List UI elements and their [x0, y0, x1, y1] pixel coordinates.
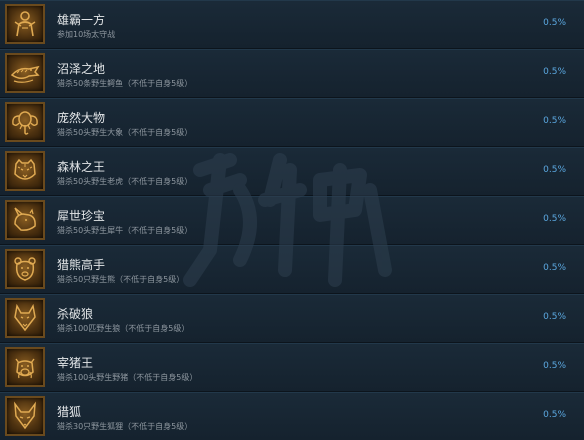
rhino-icon: [14, 207, 36, 231]
achievement-icon-frame: [5, 347, 45, 387]
achievement-icon-frame: [5, 4, 45, 44]
achievement-description: 猎杀30只野生狐狸（不低于自身5级）: [57, 422, 193, 431]
achievement-title: 猎狐: [57, 405, 82, 419]
achievement-unlock-percent: 0.5%: [543, 263, 566, 273]
achievement-unlock-percent: 0.5%: [543, 67, 566, 77]
achievement-row[interactable]: 庞然大物 猎杀50头野生大象（不低于自身5级） 0.5%: [0, 98, 584, 147]
achievement-title: 犀世珍宝: [57, 209, 106, 223]
achievement-unlock-percent: 0.5%: [543, 116, 566, 126]
tiger-icon: [14, 158, 36, 180]
achievement-title: 杀破狼: [57, 307, 94, 321]
achievement-title: 雄霸一方: [57, 13, 106, 27]
achievement-description: 猎杀50头野生大象（不低于自身5级）: [57, 128, 193, 137]
achievement-title: 庞然大物: [57, 111, 106, 125]
achievement-title: 猎熊高手: [57, 258, 106, 272]
achievement-icon-frame: [5, 53, 45, 93]
achievement-unlock-percent: 0.5%: [543, 18, 566, 28]
achievement-row[interactable]: 宰猪王 猎杀100头野生野猪（不低于自身5级） 0.5%: [0, 343, 584, 392]
achievement-icon-frame: [5, 102, 45, 142]
achievement-icon-frame: [5, 249, 45, 289]
achievement-icon-frame: [5, 298, 45, 338]
achievement-row[interactable]: 杀破狼 猎杀100匹野生狼（不低于自身5级） 0.5%: [0, 294, 584, 343]
achievement-unlock-percent: 0.5%: [543, 410, 566, 420]
achievement-icon-frame: [5, 200, 45, 240]
achievement-description: 参加10场太守战: [57, 30, 116, 39]
achievement-row[interactable]: 森林之王 猎杀50头野生老虎（不低于自身5级） 0.5%: [0, 147, 584, 196]
achievement-unlock-percent: 0.5%: [543, 361, 566, 371]
achievement-title: 沼泽之地: [57, 62, 106, 76]
achievement-row[interactable]: 猎狐 猎杀30只野生狐狸（不低于自身5级） 0.5%: [0, 392, 584, 440]
elephant-icon: [12, 111, 38, 135]
achievement-row[interactable]: 沼泽之地 猎杀50条野生鳄鱼（不低于自身5级） 0.5%: [0, 49, 584, 98]
achievement-title: 森林之王: [57, 160, 106, 174]
wolf-icon: [14, 303, 36, 332]
achievement-description: 猎杀100头野生野猪（不低于自身5级）: [57, 373, 198, 382]
fox-icon: [14, 401, 36, 430]
crocodile-icon: [10, 65, 40, 83]
achievement-row[interactable]: 犀世珍宝 猎杀50头野生犀牛（不低于自身5级） 0.5%: [0, 196, 584, 245]
warrior-figure-icon: [14, 11, 36, 37]
achievement-unlock-percent: 0.5%: [543, 165, 566, 175]
achievement-title: 宰猪王: [57, 356, 94, 370]
achievement-icon-frame: [5, 396, 45, 436]
bear-icon: [14, 257, 36, 281]
achievement-description: 猎杀100匹野生狼（不低于自身5级）: [57, 324, 190, 333]
achievement-row[interactable]: 雄霸一方 参加10场太守战 0.5%: [0, 0, 584, 49]
achievement-icon-frame: [5, 151, 45, 191]
achievement-description: 猎杀50头野生犀牛（不低于自身5级）: [57, 226, 193, 235]
achievement-row[interactable]: 猎熊高手 猎杀50只野生熊（不低于自身5级） 0.5%: [0, 245, 584, 294]
achievement-unlock-percent: 0.5%: [543, 214, 566, 224]
achievement-description: 猎杀50条野生鳄鱼（不低于自身5级）: [57, 79, 193, 88]
achievement-description: 猎杀50只野生熊（不低于自身5级）: [57, 275, 185, 284]
achievement-list: 雄霸一方 参加10场太守战 0.5% 沼泽之地 猎杀50条野生鳄鱼（不低于自身5…: [0, 0, 584, 440]
achievement-unlock-percent: 0.5%: [543, 312, 566, 322]
boar-icon: [15, 358, 35, 379]
achievement-description: 猎杀50头野生老虎（不低于自身5级）: [57, 177, 193, 186]
